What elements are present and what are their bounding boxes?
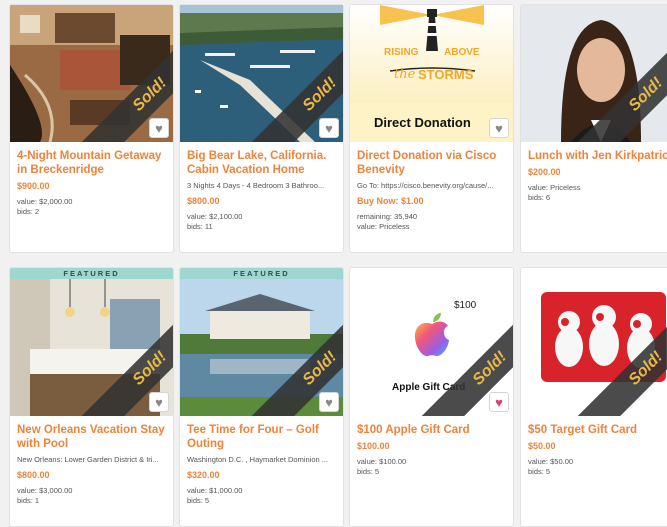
item-image[interactable]: Sold! (521, 5, 667, 142)
featured-label: FEATURED (180, 268, 343, 279)
item-description: Go To: https://cisco.benevity.org/cause/… (357, 181, 494, 190)
item-bids: bids: 2 (17, 207, 40, 216)
item-description: 3 Nights 4 Days - 4 Bedroom 3 Bathroo... (187, 181, 325, 190)
item-value: value: Priceless (357, 222, 410, 231)
item-price: $200.00 (528, 167, 561, 177)
item-title[interactable]: $100 Apple Gift Card (357, 423, 507, 437)
item-bids: bids: 5 (528, 467, 551, 476)
logo-line-rising: RISING (384, 47, 419, 58)
auction-card-new-orleans[interactable]: FEATURED Sold! ♥ New Orleans Vacation St… (9, 267, 174, 527)
item-image[interactable]: Sold! ♥ (180, 279, 343, 416)
item-value: value: Priceless (528, 183, 581, 192)
heart-icon[interactable]: ♥ (149, 392, 169, 412)
item-bids: bids: 11 (187, 222, 213, 231)
item-value: value: $100.00 (357, 457, 407, 466)
featured-label: FEATURED (10, 268, 173, 279)
buy-now-price: Buy Now: $1.00 (357, 196, 424, 206)
item-title[interactable]: Direct Donation via Cisco Benevity (357, 149, 507, 177)
heart-icon[interactable]: ♥ (149, 118, 169, 138)
item-price: $800.00 (17, 470, 50, 480)
item-bids: bids: 1 (17, 496, 40, 505)
auction-card-lunch-jen[interactable]: Sold! Lunch with Jen Kirkpatrick $200.00… (520, 4, 667, 253)
heart-icon[interactable]: ♥ (489, 118, 509, 138)
item-title[interactable]: New Orleans Vacation Stay with Pool (17, 423, 167, 451)
item-remaining: remaining: 35,940 (357, 212, 418, 221)
gift-card-amount: $100 (454, 300, 477, 311)
heart-icon[interactable]: ♥ (319, 118, 339, 138)
item-bids: bids: 6 (528, 193, 551, 202)
auction-card-tee-time[interactable]: FEATURED Sold! ♥ Tee Time for Four – Gol… (179, 267, 344, 527)
item-price: $800.00 (187, 196, 220, 206)
item-image[interactable]: Sold! (521, 268, 667, 416)
item-price: $320.00 (187, 470, 220, 480)
item-value: value: $2,000.00 (17, 197, 73, 206)
auction-card-apple-gift[interactable]: $100 Apple Gift Card Sold! ♥ $100 Apple … (349, 267, 514, 527)
heart-icon[interactable]: ♥ (319, 392, 339, 412)
item-title[interactable]: 4-Night Mountain Getaway in Breckenridge (17, 149, 167, 177)
item-image[interactable]: $100 Apple Gift Card Sold! ♥ (350, 268, 513, 416)
auction-card-breckenridge[interactable]: Sold! ♥ 4-Night Mountain Getaway in Brec… (9, 4, 174, 253)
auction-card-direct-donation[interactable]: RISING ABOVE the STORMS Direct Donation … (349, 4, 514, 253)
item-image[interactable]: Sold! ♥ (10, 279, 173, 416)
auction-card-big-bear[interactable]: Sold! ♥ Big Bear Lake, California. Cabin… (179, 4, 344, 253)
item-price: $900.00 (17, 181, 50, 191)
item-description: New Orleans: Lower Garden District & Iri… (17, 455, 159, 464)
auction-card-target-gift[interactable]: Sold! $50 Target Gift Card $50.00 value:… (520, 267, 667, 527)
item-title[interactable]: Big Bear Lake, California. Cabin Vacatio… (187, 149, 337, 177)
item-image[interactable]: RISING ABOVE the STORMS Direct Donation … (350, 5, 513, 142)
item-bids: bids: 5 (357, 467, 380, 476)
item-description: Washington D.C. , Haymarket Dominion ... (187, 455, 329, 464)
heart-icon[interactable]: ♥ (489, 392, 509, 412)
apple-logo-icon (414, 313, 449, 357)
logo-line-storms: STORMS (418, 67, 474, 82)
item-bids: bids: 5 (187, 496, 210, 505)
item-value: value: $50.00 (528, 457, 574, 466)
item-price: $50.00 (528, 441, 556, 451)
item-value: value: $3,000.00 (17, 486, 73, 495)
item-value: value: $1,000.00 (187, 486, 243, 495)
item-price: $100.00 (357, 441, 390, 451)
item-title[interactable]: Lunch with Jen Kirkpatrick (528, 149, 667, 163)
logo-line-the: the (394, 67, 416, 82)
item-image[interactable]: Sold! ♥ (10, 5, 173, 142)
item-title[interactable]: $50 Target Gift Card (528, 423, 663, 437)
item-title[interactable]: Tee Time for Four – Golf Outing (187, 423, 337, 451)
item-image[interactable]: Sold! ♥ (180, 5, 343, 142)
logo-line-above: ABOVE (444, 47, 480, 58)
item-value: value: $2,100.00 (187, 212, 243, 221)
